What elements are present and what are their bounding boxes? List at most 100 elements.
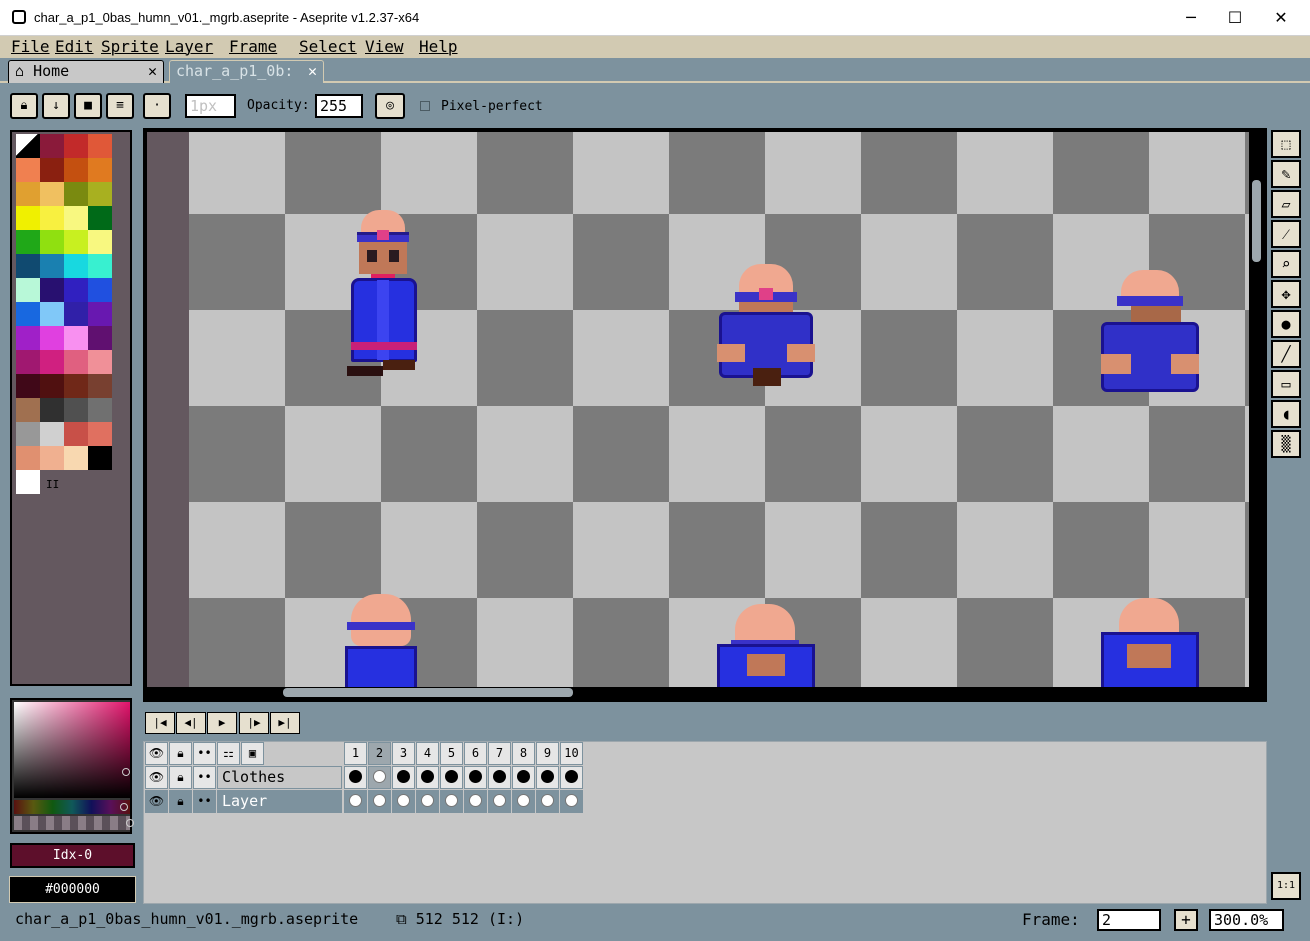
palette-swatch[interactable] xyxy=(88,206,112,230)
zoom-icon[interactable]: ⌕ xyxy=(1271,250,1301,278)
marquee-icon[interactable]: ⬚ xyxy=(1271,130,1301,158)
palette-swatch[interactable] xyxy=(64,422,88,446)
onion-skin-icon[interactable]: ⚏ xyxy=(217,742,240,765)
frame-input[interactable]: 2 xyxy=(1097,909,1161,931)
opacity-input[interactable]: 255 xyxy=(315,94,363,118)
palette-swatch[interactable] xyxy=(88,302,112,326)
frame-header[interactable]: 5 xyxy=(440,742,463,765)
palette-swatch[interactable] xyxy=(88,350,112,374)
palette-swatch[interactable] xyxy=(16,302,40,326)
palette-swatch[interactable] xyxy=(40,182,64,206)
next-frame-icon[interactable]: |▶ xyxy=(239,712,269,734)
cel[interactable] xyxy=(440,766,463,789)
hue-knob[interactable] xyxy=(120,803,128,811)
palette-swatch[interactable] xyxy=(16,470,40,494)
palette-swatch[interactable] xyxy=(40,398,64,422)
lock-header-icon[interactable]: 🔒︎ xyxy=(169,742,192,765)
palette-swatch[interactable] xyxy=(88,278,112,302)
menu-help[interactable]: Help xyxy=(419,37,458,56)
palette-swatch[interactable] xyxy=(16,230,40,254)
lock-icon[interactable]: 🔒︎ xyxy=(169,766,192,789)
menu-lines-icon[interactable]: ≡ xyxy=(106,93,134,119)
contour-icon[interactable]: ◖ xyxy=(1271,400,1301,428)
menu-file[interactable]: File xyxy=(11,37,50,56)
menu-sprite[interactable]: Sprite xyxy=(101,37,159,56)
palette-swatch[interactable] xyxy=(64,350,88,374)
eyedropper-icon[interactable]: ⁄ xyxy=(1271,220,1301,248)
sv-knob[interactable] xyxy=(122,768,130,776)
cel[interactable] xyxy=(392,766,415,789)
palette-resize-handle[interactable]: II xyxy=(46,478,59,491)
palette-swatch[interactable] xyxy=(64,158,88,182)
palette-swatch[interactable] xyxy=(16,326,40,350)
frame-header[interactable]: 1 xyxy=(344,742,367,765)
palette-swatch[interactable] xyxy=(64,134,88,158)
palette-swatch[interactable] xyxy=(88,230,112,254)
rectangle-icon[interactable]: ▭ xyxy=(1271,370,1301,398)
color-selector[interactable] xyxy=(10,698,134,834)
cel[interactable] xyxy=(416,766,439,789)
menu-view[interactable]: View xyxy=(365,37,404,56)
palette-swatch[interactable] xyxy=(16,398,40,422)
visibility-icon[interactable]: 👁︎ xyxy=(145,766,168,789)
cel[interactable] xyxy=(464,790,487,813)
brush-type-icon[interactable]: · xyxy=(143,93,171,119)
palette-swatch[interactable] xyxy=(16,350,40,374)
cel[interactable] xyxy=(392,790,415,813)
canvas-vertical-scrollbar[interactable] xyxy=(1252,180,1261,262)
palette-swatch[interactable] xyxy=(40,230,64,254)
palette-swatch[interactable] xyxy=(64,398,88,422)
cel[interactable] xyxy=(536,790,559,813)
palette-swatch[interactable] xyxy=(16,446,40,470)
frame-header[interactable]: 8 xyxy=(512,742,535,765)
pencil-icon[interactable]: ✎ xyxy=(1271,160,1301,188)
close-window-button[interactable]: ✕ xyxy=(1258,0,1304,36)
cel[interactable] xyxy=(488,790,511,813)
palette-swatch[interactable] xyxy=(16,134,40,158)
palette-swatch[interactable] xyxy=(88,446,112,470)
continuous-icon[interactable]: •• xyxy=(193,766,216,789)
palette-swatch[interactable] xyxy=(64,206,88,230)
brush-size-input[interactable]: 1px xyxy=(185,94,236,118)
frame-header[interactable]: 6 xyxy=(464,742,487,765)
previous-frame-icon[interactable]: ◀| xyxy=(176,712,206,734)
menu-select[interactable]: Select xyxy=(299,37,357,56)
palette-swatch[interactable] xyxy=(88,182,112,206)
hue-slider[interactable] xyxy=(14,800,130,814)
palette-swatch[interactable] xyxy=(16,182,40,206)
frame-header[interactable]: 7 xyxy=(488,742,511,765)
cel[interactable] xyxy=(416,790,439,813)
cel[interactable] xyxy=(344,790,367,813)
cel[interactable] xyxy=(560,766,583,789)
stop-icon[interactable]: ■ xyxy=(74,93,102,119)
arrow-down-icon[interactable]: ↓ xyxy=(42,93,70,119)
palette-swatch[interactable] xyxy=(40,422,64,446)
tab-home[interactable]: ⌂ Home ✕ xyxy=(8,60,164,83)
tab-file-close-icon[interactable]: ✕ xyxy=(308,61,317,82)
line-icon[interactable]: ╱ xyxy=(1271,340,1301,368)
palette-swatch[interactable] xyxy=(64,374,88,398)
new-frame-button[interactable]: + xyxy=(1174,909,1198,931)
alpha-slider[interactable] xyxy=(14,816,130,830)
zoom-input[interactable]: 300.0% xyxy=(1209,909,1284,931)
tab-file[interactable]: char_a_p1_0b: ✕ xyxy=(169,60,324,83)
palette-swatch[interactable] xyxy=(40,446,64,470)
palette-swatch[interactable] xyxy=(88,374,112,398)
palette-swatch[interactable] xyxy=(64,326,88,350)
continuous-icon[interactable]: •• xyxy=(193,790,216,813)
ratio-1-1-button[interactable]: 1:1 xyxy=(1271,872,1301,900)
foreground-color-button[interactable]: Idx-0 xyxy=(10,843,135,868)
continuous-header-icon[interactable]: •• xyxy=(193,742,216,765)
palette-swatch[interactable] xyxy=(88,398,112,422)
palette-swatch[interactable] xyxy=(16,422,40,446)
tab-home-close-icon[interactable]: ✕ xyxy=(148,61,157,82)
background-color-button[interactable]: #000000 xyxy=(9,876,136,903)
palette-swatch[interactable] xyxy=(16,278,40,302)
palette-swatch[interactable] xyxy=(64,182,88,206)
visibility-icon[interactable]: 👁︎ xyxy=(145,790,168,813)
palette-swatch[interactable] xyxy=(16,254,40,278)
palette-swatch[interactable] xyxy=(16,206,40,230)
palette-swatch[interactable] xyxy=(40,278,64,302)
eraser-icon[interactable]: ▱ xyxy=(1271,190,1301,218)
paint-bucket-icon[interactable]: ● xyxy=(1271,310,1301,338)
